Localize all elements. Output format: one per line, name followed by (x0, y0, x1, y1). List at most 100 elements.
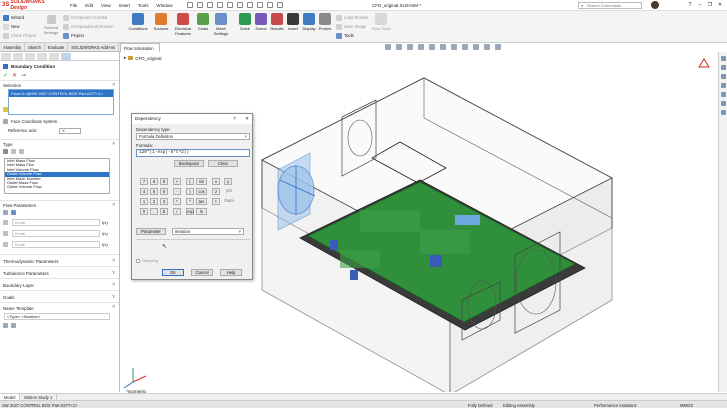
wizard-button[interactable]: Wizard (3, 13, 36, 22)
key-7[interactable]: 7 (140, 178, 148, 185)
resources-icon[interactable] (720, 56, 726, 61)
view-orientation-icon[interactable] (429, 44, 435, 50)
save-icon[interactable] (226, 2, 233, 8)
key-8[interactable]: 8 (150, 178, 158, 185)
close-icon[interactable]: ✕ (245, 116, 249, 121)
dependency-icon[interactable]: f(x) (102, 242, 108, 247)
menu-file[interactable]: File (70, 3, 77, 8)
key-exp[interactable]: exp (186, 208, 194, 215)
key-ln[interactable]: ln (196, 208, 207, 215)
key-theta[interactable]: theta (222, 198, 236, 205)
status-units[interactable]: MMGS (680, 403, 693, 408)
key-5[interactable]: 5 (150, 188, 158, 195)
key-9[interactable]: 9 (160, 178, 168, 185)
flow-analysis-tab-icon[interactable] (61, 53, 71, 60)
3d-vector-icon[interactable] (11, 210, 16, 215)
key-sin[interactable]: sin (196, 178, 207, 185)
key-6[interactable]: 6 (160, 188, 168, 195)
help-icon[interactable]: ? (685, 1, 695, 9)
mesh-settings-button[interactable]: Mesh Settings (210, 13, 232, 36)
computational-domain-button[interactable]: Computational Domain (63, 22, 114, 31)
tab-sketch[interactable]: Sketch (25, 43, 45, 51)
cancel-button[interactable]: Cancel (191, 269, 213, 276)
damping-checkbox[interactable] (136, 258, 140, 263)
key-power[interactable]: ^ (186, 198, 194, 205)
menu-insert[interactable]: Insert (119, 3, 130, 8)
pushpin-icon[interactable]: ⊸ (21, 72, 26, 79)
restore-icon[interactable]: ❐ (705, 1, 715, 9)
edit-appearance-icon[interactable] (462, 44, 468, 50)
key-close-paren[interactable]: ) (186, 188, 194, 195)
custom-properties-icon[interactable] (720, 101, 726, 106)
solidworks-forum-icon[interactable] (720, 110, 726, 115)
pressure-openings-icon[interactable] (11, 149, 16, 154)
design-library-icon[interactable] (720, 65, 726, 70)
tab-solidworks-add-ins[interactable]: SOLIDWORKS Add-Ins (68, 43, 120, 51)
dependency-type-select[interactable]: Formula Definition ˅ (136, 133, 250, 140)
view-palette-icon[interactable] (720, 83, 726, 88)
key-multiply[interactable]: * (173, 198, 181, 205)
wall-icon[interactable] (19, 149, 24, 154)
dimxpert-tab-icon[interactable] (37, 53, 47, 60)
key-z[interactable]: z (212, 188, 220, 195)
goals-section-header[interactable]: Goals ˅ (0, 290, 119, 302)
ok-check-icon[interactable]: ✓ (3, 72, 8, 79)
key-cos[interactable]: cos (196, 188, 207, 195)
key-3[interactable]: 3 (160, 198, 168, 205)
expand-arrow-icon[interactable]: ▸ (124, 55, 126, 61)
key-minus[interactable]: - (173, 188, 181, 195)
key-tan[interactable]: tan (196, 198, 207, 205)
select-icon[interactable] (256, 2, 263, 8)
component-control-button[interactable]: Component Control (63, 13, 114, 22)
name-template-input[interactable]: <Type> <Number> (4, 313, 110, 320)
user-avatar[interactable] (651, 1, 659, 9)
zoom-to-fit-icon[interactable] (385, 44, 391, 50)
display-manager-tab-icon[interactable] (49, 53, 59, 60)
key-4[interactable]: 4 (140, 188, 148, 195)
reference-axis-select[interactable]: X (59, 127, 82, 134)
conditions-button[interactable]: Conditions (127, 13, 149, 31)
key-phi[interactable]: phi (222, 188, 236, 195)
velocity-z-input[interactable]: 0 m/s (12, 241, 100, 248)
face-coordinate-system-row[interactable]: Face Coordinate System (0, 117, 119, 126)
ok-button[interactable]: OK (162, 269, 184, 276)
options-icon[interactable] (276, 2, 283, 8)
pin-icon[interactable] (186, 2, 193, 8)
key-t[interactable]: t (212, 198, 220, 205)
key-x[interactable]: x (212, 178, 220, 185)
configuration-tab-icon[interactable] (25, 53, 35, 60)
clone-project-button[interactable]: Clone Project (3, 31, 36, 40)
hide-show-icon[interactable] (451, 44, 457, 50)
close-icon[interactable]: ✕ (715, 1, 725, 9)
dependency-icon[interactable]: f(x) (102, 220, 108, 225)
rebuild-icon[interactable] (266, 2, 273, 8)
flow-tools-button[interactable]: Flow Tools (370, 13, 392, 31)
parameter-button[interactable]: Parameter (136, 228, 166, 235)
dependency-icon[interactable]: f(x) (102, 231, 108, 236)
previous-view-icon[interactable] (407, 44, 413, 50)
status-assistant[interactable]: Performance Assistant: (594, 403, 637, 408)
load-results-button[interactable]: Load Results (336, 13, 368, 22)
insert-type-icon[interactable] (3, 323, 8, 328)
menu-view[interactable]: View (101, 3, 111, 8)
flow-openings-icon[interactable] (3, 149, 8, 154)
new-document-icon[interactable] (206, 2, 213, 8)
boundary-layer-section-header[interactable]: Boundary Layer ˅ (0, 278, 119, 290)
velocity-x-input[interactable]: 0 m/s (12, 219, 100, 226)
undo-icon[interactable] (246, 2, 253, 8)
appearances-icon[interactable] (720, 92, 726, 97)
electrical-features-button[interactable]: Electrical Features (172, 13, 194, 36)
print-icon[interactable] (236, 2, 243, 8)
minimize-icon[interactable]: – (695, 1, 705, 9)
selection-list[interactable]: Face<1>@SW 2027 CONTROL BOX Part-0377<1> (8, 89, 114, 115)
key-0[interactable]: 0 (140, 208, 148, 215)
property-manager-tab-icon[interactable] (13, 53, 23, 60)
key-1[interactable]: 1 (140, 198, 148, 205)
parameter-select[interactable]: Iteration ˅ (172, 228, 244, 235)
flow-parameters-section-header[interactable]: Flow Parameters ˄ (0, 200, 119, 208)
help-icon[interactable]: ? (233, 116, 236, 121)
selected-face-item[interactable]: Face<1>@SW 2027 CONTROL BOX Part-0377<1> (9, 90, 113, 97)
search-commands-input[interactable]: Search Commands (578, 2, 642, 9)
cancel-x-icon[interactable]: ✕ (12, 72, 17, 79)
clear-button[interactable]: Clear (208, 160, 238, 167)
